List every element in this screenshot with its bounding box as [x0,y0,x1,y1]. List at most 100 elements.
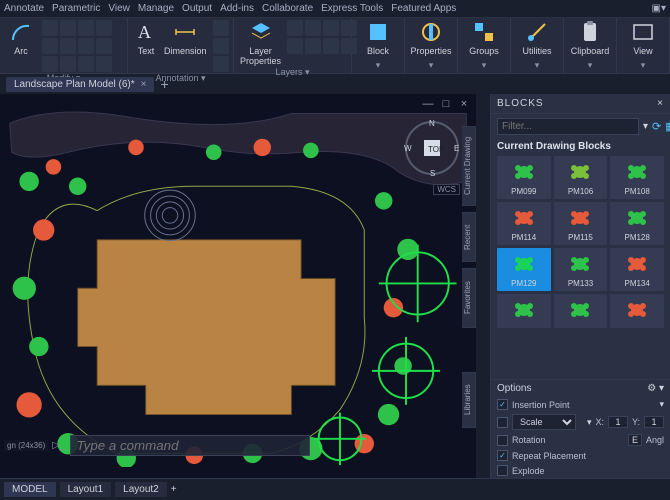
chk-repeat[interactable]: ✓ [497,450,508,461]
chk-scale[interactable] [497,417,508,428]
layer-off-icon[interactable] [287,38,303,54]
model-tab[interactable]: MODEL [4,482,56,497]
layout2-tab[interactable]: Layout2 [115,482,167,497]
leader-tool-icon[interactable] [213,38,229,54]
utilities-button[interactable]: Utilities [517,20,557,56]
block-item[interactable]: PM115 [554,202,608,245]
chevron-down-icon[interactable]: ▾ [587,417,592,428]
block-button[interactable]: Block [358,20,398,56]
close-panel-icon[interactable]: × [657,98,664,109]
line-tool-icon[interactable] [42,20,58,36]
add-layout-icon[interactable]: + [171,484,177,495]
panel-clipboard: Clipboard ▾ [564,18,617,73]
panel-label-block[interactable]: ▾ [358,59,398,73]
view-button[interactable]: View [623,20,663,56]
block-name: PM128 [624,233,649,242]
view-cube[interactable]: TOP N E S W [402,118,462,178]
ribbon-tab[interactable]: Express Tools [321,3,383,14]
rotate-tool-icon[interactable] [78,38,94,54]
move-tool-icon[interactable] [42,38,58,54]
ribbon-tab[interactable]: Manage [138,3,174,14]
block-item[interactable]: PM129 [497,248,551,291]
layer-freeze-icon[interactable] [305,20,321,36]
block-item[interactable]: PM134 [610,248,664,291]
ribbon-tab[interactable]: View [108,3,130,14]
ribbon-more-icon[interactable]: ▣▾ [652,3,666,14]
polyline-tool-icon[interactable] [60,20,76,36]
vtab-libraries[interactable]: Libraries [462,372,476,428]
panel-label-layers[interactable]: Layers ▾ [240,66,345,80]
filter-dropdown-icon[interactable]: ▾ [643,121,648,132]
scale-x[interactable]: 1 [608,416,628,428]
block-item[interactable] [610,294,664,328]
groups-button[interactable]: Groups [464,20,504,56]
layer-unlock-icon[interactable] [323,38,339,54]
filter-input[interactable] [497,118,639,135]
panel-label-view[interactable]: ▾ [623,59,663,73]
extend-tool-icon[interactable] [60,56,76,72]
wcs-label[interactable]: WCS [433,184,460,195]
block-thumb [621,159,653,185]
grid-view-icon[interactable]: ▦ [665,119,670,135]
dimension-button[interactable]: Dimension [164,20,207,56]
chk-insertion[interactable]: ✓ [497,399,508,410]
table-tool-icon[interactable] [213,20,229,36]
block-item[interactable]: PM133 [554,248,608,291]
block-item[interactable]: PM106 [554,156,608,199]
properties-button[interactable]: Properties [411,20,451,56]
scale-select[interactable]: Scale [512,414,576,430]
chk-explode[interactable] [497,465,508,476]
command-input[interactable] [70,435,310,456]
sync-icon[interactable]: ⟳ [652,119,661,135]
mirror-tool-icon[interactable] [96,38,112,54]
fillet-tool-icon[interactable] [78,56,94,72]
layer-lock-icon[interactable] [323,20,339,36]
ribbon-tab[interactable]: Add-ins [220,3,254,14]
chk-rotation[interactable] [497,435,508,446]
panel-label-groups[interactable]: ▾ [464,59,504,73]
minimize-viewport-icon[interactable]: — [422,98,434,110]
document-tab[interactable]: Landscape Plan Model (6)* × [6,77,154,92]
block-thumb [508,205,540,231]
layer-properties-button[interactable]: Layer Properties [240,20,281,66]
ribbon-tab[interactable]: Annotate [4,3,44,14]
block-item[interactable] [497,294,551,328]
chevron-down-icon[interactable]: ▾ [659,399,664,410]
hatch-tool-icon[interactable] [213,56,229,72]
layer-thaw-icon[interactable] [305,38,321,54]
ribbon-tab[interactable]: Collaborate [262,3,313,14]
gear-icon[interactable]: ⚙ ▾ [647,383,664,394]
layout1-tab[interactable]: Layout1 [60,482,112,497]
block-item[interactable]: PM114 [497,202,551,245]
ribbon-tab[interactable]: Featured Apps [391,3,456,14]
array-tool-icon[interactable] [96,56,112,72]
trim-tool-icon[interactable] [42,56,58,72]
block-item[interactable]: PM099 [497,156,551,199]
close-tab-icon[interactable]: × [141,79,147,90]
vtab-current[interactable]: Current Drawing [462,126,476,206]
rect-tool-icon[interactable] [96,20,112,36]
block-item[interactable]: PM128 [610,202,664,245]
vtab-recent[interactable]: Recent [462,212,476,262]
text-button[interactable]: A Text [134,20,158,56]
ribbon-tab[interactable]: Parametric [52,3,100,14]
clipboard-button[interactable]: Clipboard [570,20,610,56]
panel-label-props[interactable]: ▾ [411,59,451,73]
scale-y[interactable]: 1 [644,416,664,428]
maximize-viewport-icon[interactable]: □ [440,98,452,110]
close-viewport-icon[interactable]: × [458,98,470,110]
rotation-e[interactable]: E [628,434,642,446]
copy-tool-icon[interactable] [60,38,76,54]
panel-label-utils[interactable]: ▾ [517,59,557,73]
drawing-canvas[interactable]: — □ × TOP N E S W WCS gn (24x36) ▷_ [0,94,476,478]
circle-tool-icon[interactable] [78,20,94,36]
arc-button[interactable]: Arc [6,20,36,56]
layer-on-icon[interactable] [287,20,303,36]
block-item[interactable]: PM108 [610,156,664,199]
panel-label-clip[interactable]: ▾ [570,59,610,73]
block-item[interactable] [554,294,608,328]
vtab-favorites[interactable]: Favorites [462,268,476,328]
ribbon-tab[interactable]: Output [182,3,212,14]
options-header[interactable]: Options ⚙ ▾ [491,380,670,397]
new-tab-button[interactable]: + [160,76,168,92]
